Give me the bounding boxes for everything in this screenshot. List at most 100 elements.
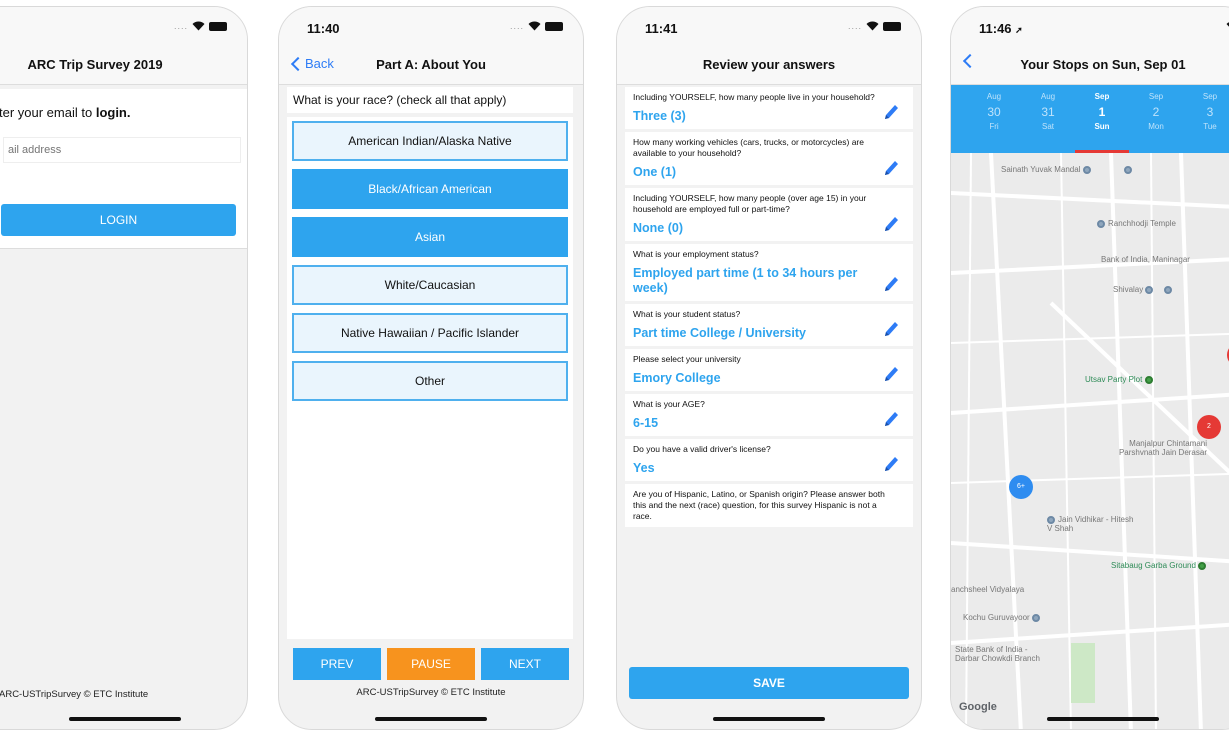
map-pin-icon [1123, 165, 1132, 174]
date-tab-month: Sep [1094, 92, 1110, 101]
home-indicator[interactable] [713, 717, 825, 721]
review-answers-screen: 11:41 .... Review your answers Including… [616, 6, 922, 730]
date-tab-weekday: Sat [1041, 122, 1054, 131]
poi-label: Bank of India, Maninagar [1101, 255, 1190, 264]
pencil-edit-icon[interactable] [883, 215, 899, 233]
map-poi[interactable]: Utsav Party Plot [1085, 375, 1156, 384]
answer-value: Emory College [633, 371, 721, 385]
date-tab[interactable]: Aug 31 Sat [1021, 85, 1075, 153]
map-poi[interactable]: Sitabaug Garba Ground [1111, 561, 1209, 570]
stops-map-screen: 11:46 ➚ Your Stops on Sun, Sep 01 Aug 30 F… [950, 6, 1229, 730]
date-tab[interactable]: Sep 3 Tue [1183, 85, 1229, 153]
status-time: 11:40 [307, 21, 340, 36]
poi-label: anchsheel Vidyalaya [951, 585, 1025, 594]
map-poi[interactable]: State Bank of India - Darbar Chowkdi Bra… [955, 645, 1047, 663]
page-title: ARC Trip Survey 2019 [27, 57, 163, 72]
answer-value: Three (3) [633, 109, 686, 123]
signal-icon: .... [509, 21, 524, 31]
date-tab[interactable]: Sep 2 Mon [1129, 85, 1183, 153]
date-tab[interactable]: Sep 1 Sun [1075, 85, 1129, 153]
answer-question: Are you of Hispanic, Latino, or Spanish … [633, 489, 885, 521]
home-indicator[interactable] [375, 717, 487, 721]
status-bar: 11:41 .... [617, 7, 921, 45]
copyright-footer: ARC-USTripSurvey © ETC Institute [0, 689, 149, 700]
status-bar: .... [0, 7, 247, 45]
answer-value: Yes [633, 461, 655, 475]
page-title: Part A: About You [376, 57, 486, 72]
race-option[interactable]: Black/African American [292, 169, 568, 209]
status-time: 11:46 ➚ [979, 21, 1023, 36]
race-question-screen: 11:40 .... Back Part A: About You What i… [278, 6, 584, 730]
map-pin-icon [1097, 219, 1105, 228]
pencil-edit-icon[interactable] [883, 455, 899, 473]
pencil-edit-icon[interactable] [883, 103, 899, 121]
wifi-icon [528, 21, 541, 31]
map-poi[interactable]: Kochu Guruvayoor [963, 613, 1043, 622]
prev-button[interactable]: PREV [293, 648, 381, 680]
date-tab-day: 3 [1206, 105, 1214, 119]
home-indicator[interactable] [69, 717, 181, 721]
next-button[interactable]: NEXT [481, 648, 569, 680]
map-poi[interactable]: Manjalpur Chintamani Parshvnath Jain Der… [1087, 439, 1207, 457]
status-bar: 11:40 .... [279, 7, 583, 45]
home-indicator[interactable] [1047, 717, 1159, 721]
poi-label: Manjalpur Chintamani Parshvnath Jain Der… [1118, 439, 1207, 457]
date-tab-day: 31 [1041, 105, 1055, 119]
answer-question: Including YOURSELF, how many people live… [633, 92, 875, 102]
location-arrow-icon: ➚ [1015, 25, 1023, 35]
login-button[interactable]: LOGIN [1, 204, 236, 236]
login-prompt-bold: login. [95, 105, 131, 120]
status-time: 11:41 [645, 21, 678, 36]
pause-button[interactable]: PAUSE [387, 648, 475, 680]
nav-bar: ARC Trip Survey 2019 [0, 45, 247, 85]
date-tab-month: Aug [986, 92, 1002, 101]
nav-bar: Your Stops on Sun, Sep 01 [951, 45, 1229, 85]
map-poi[interactable]: Ranchhodji Temple [1097, 219, 1176, 228]
answer-row: What is your student status? Part time Co… [625, 304, 913, 346]
answer-row: Are you of Hispanic, Latino, or Spanish … [625, 484, 913, 527]
pencil-edit-icon[interactable] [883, 275, 899, 293]
answer-question: How many working vehicles (cars, trucks,… [633, 137, 864, 158]
answer-value: One (1) [633, 165, 677, 179]
race-option[interactable]: American Indian/Alaska Native [292, 121, 568, 161]
map-poi[interactable]: Jain Vidhikar - Hitesh V Shah [1047, 515, 1139, 533]
answer-row: How many working vehicles (cars, trucks,… [625, 132, 913, 185]
map-poi[interactable]: Shivalay [1113, 285, 1175, 294]
date-tab-weekday: Fri [989, 122, 999, 131]
copyright-footer: ARC-USTripSurvey © ETC Institute [356, 687, 506, 698]
date-selector: Aug 30 Fri Aug 31 Sat Sep 1 Sun Sep 2 Mon Sep 3 Tue [951, 85, 1229, 153]
date-tab-weekday: Sun [1094, 122, 1110, 131]
email-input[interactable] [3, 137, 241, 163]
race-option[interactable]: Native Hawaiian / Pacific Islander [292, 313, 568, 353]
battery-icon [209, 21, 227, 31]
pencil-edit-icon[interactable] [883, 365, 899, 383]
status-bar: 11:46 ➚ [951, 7, 1229, 45]
save-button[interactable]: SAVE [629, 667, 909, 699]
pencil-edit-icon[interactable] [883, 410, 899, 428]
stop-cluster-marker[interactable]: 2 [1197, 415, 1221, 439]
date-tab-day: 2 [1152, 105, 1160, 119]
answer-question: Do you have a valid driver's license? [633, 444, 771, 454]
answer-question: Including YOURSELF, how many people (ove… [633, 193, 867, 214]
nav-bar: Review your answers [617, 45, 921, 85]
map-poi: Bank of India, Maninagar [1101, 255, 1190, 264]
race-option[interactable]: Other [292, 361, 568, 401]
stops-map[interactable]: Sainath Yuvak Mandal Ranchhodji Temple B… [951, 153, 1229, 729]
map-poi[interactable]: Sainath Yuvak Mandal [1001, 165, 1135, 174]
poi-label: Sainath Yuvak Mandal [1001, 165, 1081, 174]
poi-label: Sitabaug Garba Ground [1111, 561, 1196, 570]
answers-list[interactable]: Including YOURSELF, how many people live… [625, 87, 913, 665]
poi-label: Jain Vidhikar - Hitesh V Shah [1047, 515, 1134, 533]
date-tab[interactable]: Aug 30 Fri [967, 85, 1021, 153]
pencil-edit-icon[interactable] [883, 159, 899, 177]
answer-row: Including YOURSELF, how many people (ove… [625, 188, 913, 241]
date-tab-month: Sep [1202, 92, 1218, 101]
poi-label: Ranchhodji Temple [1108, 219, 1176, 228]
poi-label: State Bank of India - Darbar Chowkdi Bra… [955, 645, 1040, 663]
pencil-edit-icon[interactable] [883, 320, 899, 338]
wifi-icon [866, 21, 879, 31]
nav-bar: Back Part A: About You [279, 45, 583, 85]
race-option[interactable]: Asian [292, 217, 568, 257]
stop-cluster-marker[interactable]: 6+ [1009, 475, 1033, 499]
race-option[interactable]: White/Caucasian [292, 265, 568, 305]
